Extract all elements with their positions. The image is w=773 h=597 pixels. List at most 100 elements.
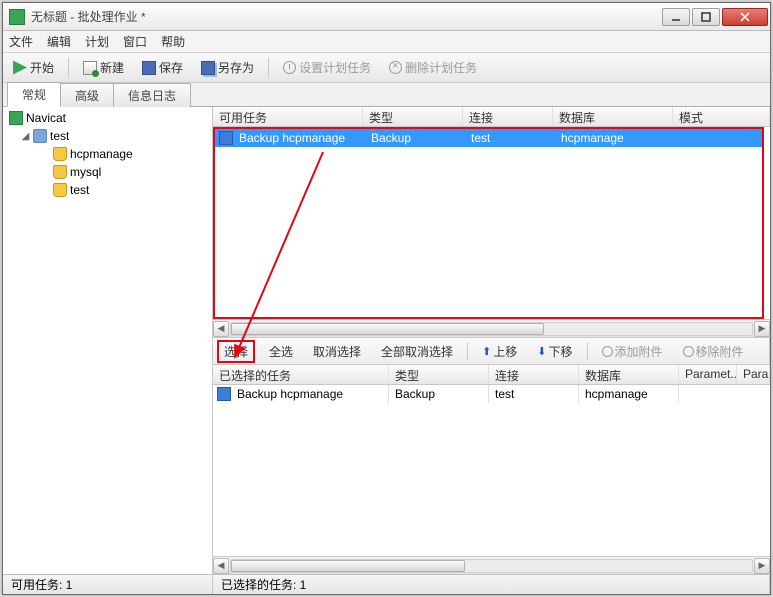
col-task[interactable]: 已选择的任务 xyxy=(213,365,389,384)
action-bar: 选择 全选 取消选择 全部取消选择 ⬆上移 ⬇下移 添加附件 移除附件 xyxy=(213,337,770,365)
toolbar: 开始 新建 保存 另存为 设置计划任务 删除计划任务 xyxy=(3,53,770,83)
select-all-button[interactable]: 全选 xyxy=(263,341,299,362)
col-db[interactable]: 数据库 xyxy=(579,365,679,384)
saveas-button[interactable]: 另存为 xyxy=(197,57,258,78)
tree-connection[interactable]: ◢ test xyxy=(5,127,210,145)
set-schedule-button[interactable]: 设置计划任务 xyxy=(279,57,375,78)
available-header: 可用任务 类型 连接 数据库 模式 xyxy=(213,107,770,127)
available-tasks-list[interactable]: Backup hcpmanage Backup test hcpmanage xyxy=(215,129,762,317)
minimize-button[interactable] xyxy=(662,8,690,26)
cell-conn: test xyxy=(489,385,579,403)
attachment-icon xyxy=(602,346,613,357)
scroll-right-icon[interactable]: ▶ xyxy=(754,558,770,574)
deselect-all-button[interactable]: 全部取消选择 xyxy=(375,341,459,362)
tree-db[interactable]: test xyxy=(5,181,210,199)
remove-attachment-button[interactable]: 移除附件 xyxy=(677,341,750,362)
database-icon xyxy=(53,183,67,197)
menu-help[interactable]: 帮助 xyxy=(161,33,185,50)
col-db[interactable]: 数据库 xyxy=(553,107,673,126)
database-icon xyxy=(53,147,67,161)
status-selected: 已选择的任务: 1 xyxy=(213,575,770,594)
delete-schedule-button[interactable]: 删除计划任务 xyxy=(385,57,481,78)
col-type[interactable]: 类型 xyxy=(389,365,489,384)
toolbar-separator xyxy=(68,58,69,78)
move-up-button[interactable]: ⬆上移 xyxy=(476,341,523,362)
new-button[interactable]: 新建 xyxy=(79,57,128,78)
database-icon xyxy=(53,165,67,179)
arrow-up-icon: ⬆ xyxy=(482,345,491,358)
available-tasks-highlight: Backup hcpmanage Backup test hcpmanage xyxy=(213,127,764,319)
scroll-thumb[interactable] xyxy=(231,323,544,335)
cell-task: Backup hcpmanage xyxy=(233,129,365,147)
app-window: 无标题 - 批处理作业 * 文件 编辑 计划 窗口 帮助 开始 新建 保存 另存… xyxy=(2,2,771,595)
scroll-left-icon[interactable]: ◀ xyxy=(213,321,229,337)
scroll-track[interactable] xyxy=(230,322,753,336)
connection-icon xyxy=(33,129,47,143)
col-para2[interactable]: Para xyxy=(737,365,770,384)
scroll-left-icon[interactable]: ◀ xyxy=(213,558,229,574)
play-icon xyxy=(13,61,27,75)
col-type[interactable]: 类型 xyxy=(363,107,463,126)
separator xyxy=(467,342,468,360)
menu-edit[interactable]: 编辑 xyxy=(47,33,71,50)
tab-log[interactable]: 信息日志 xyxy=(113,83,191,107)
tree-root[interactable]: Navicat xyxy=(5,109,210,127)
navicat-icon xyxy=(9,111,23,125)
toolbar-separator xyxy=(268,58,269,78)
menu-window[interactable]: 窗口 xyxy=(123,33,147,50)
tree-db[interactable]: mysql xyxy=(5,163,210,181)
save-icon xyxy=(142,61,156,75)
clock-icon xyxy=(283,61,296,74)
selected-header: 已选择的任务 类型 连接 数据库 Paramet... Para xyxy=(213,365,770,385)
col-param[interactable]: Paramet... xyxy=(679,365,737,384)
selected-tasks-list[interactable]: Backup hcpmanage Backup test hcpmanage xyxy=(213,385,770,556)
tab-advanced[interactable]: 高级 xyxy=(60,83,114,107)
add-attachment-button[interactable]: 添加附件 xyxy=(596,341,669,362)
status-available: 可用任务: 1 xyxy=(3,575,213,594)
saveas-icon xyxy=(201,61,215,75)
app-icon xyxy=(9,9,25,25)
main-panel: 可用任务 类型 连接 数据库 模式 Backup hcpmanage Backu… xyxy=(213,107,770,574)
close-button[interactable] xyxy=(722,8,768,26)
scroll-thumb[interactable] xyxy=(231,560,465,572)
window-title: 无标题 - 批处理作业 * xyxy=(29,8,662,25)
cell-task: Backup hcpmanage xyxy=(231,385,389,403)
cell-mode xyxy=(675,136,762,140)
col-mode[interactable]: 模式 xyxy=(673,107,770,126)
maximize-button[interactable] xyxy=(692,8,720,26)
statusbar: 可用任务: 1 已选择的任务: 1 xyxy=(3,574,770,594)
arrow-down-icon: ⬇ xyxy=(537,345,546,358)
cell-type: Backup xyxy=(389,385,489,403)
cell-db: hcpmanage xyxy=(579,385,679,403)
tabs: 常规 高级 信息日志 xyxy=(3,83,770,107)
selected-hscrollbar[interactable]: ◀ ▶ xyxy=(213,556,770,574)
table-row[interactable]: Backup hcpmanage Backup test hcpmanage xyxy=(215,129,762,147)
body: Navicat ◢ test hcpmanage mysql test xyxy=(3,107,770,574)
available-hscrollbar[interactable]: ◀ ▶ xyxy=(213,319,770,337)
start-button[interactable]: 开始 xyxy=(9,57,58,78)
col-conn[interactable]: 连接 xyxy=(463,107,553,126)
tree-db[interactable]: hcpmanage xyxy=(5,145,210,163)
separator xyxy=(587,342,588,360)
scroll-track[interactable] xyxy=(230,559,753,573)
col-conn[interactable]: 连接 xyxy=(489,365,579,384)
tab-general[interactable]: 常规 xyxy=(7,82,61,107)
selected-panel: 已选择的任务 类型 连接 数据库 Paramet... Para Backup … xyxy=(213,365,770,574)
menu-plan[interactable]: 计划 xyxy=(85,33,109,50)
cell-type: Backup xyxy=(365,129,465,147)
table-row[interactable]: Backup hcpmanage Backup test hcpmanage xyxy=(213,385,770,403)
select-button[interactable]: 选择 xyxy=(217,340,255,363)
col-task[interactable]: 可用任务 xyxy=(213,107,363,126)
menubar: 文件 编辑 计划 窗口 帮助 xyxy=(3,31,770,53)
sidebar-tree[interactable]: Navicat ◢ test hcpmanage mysql test xyxy=(3,107,213,574)
titlebar: 无标题 - 批处理作业 * xyxy=(3,3,770,31)
delete-icon xyxy=(389,61,402,74)
save-button[interactable]: 保存 xyxy=(138,57,187,78)
menu-file[interactable]: 文件 xyxy=(9,33,33,50)
deselect-button[interactable]: 取消选择 xyxy=(307,341,367,362)
cell-conn: test xyxy=(465,129,555,147)
collapse-icon[interactable]: ◢ xyxy=(21,132,30,141)
backup-icon xyxy=(219,131,233,145)
move-down-button[interactable]: ⬇下移 xyxy=(531,341,578,362)
scroll-right-icon[interactable]: ▶ xyxy=(754,321,770,337)
